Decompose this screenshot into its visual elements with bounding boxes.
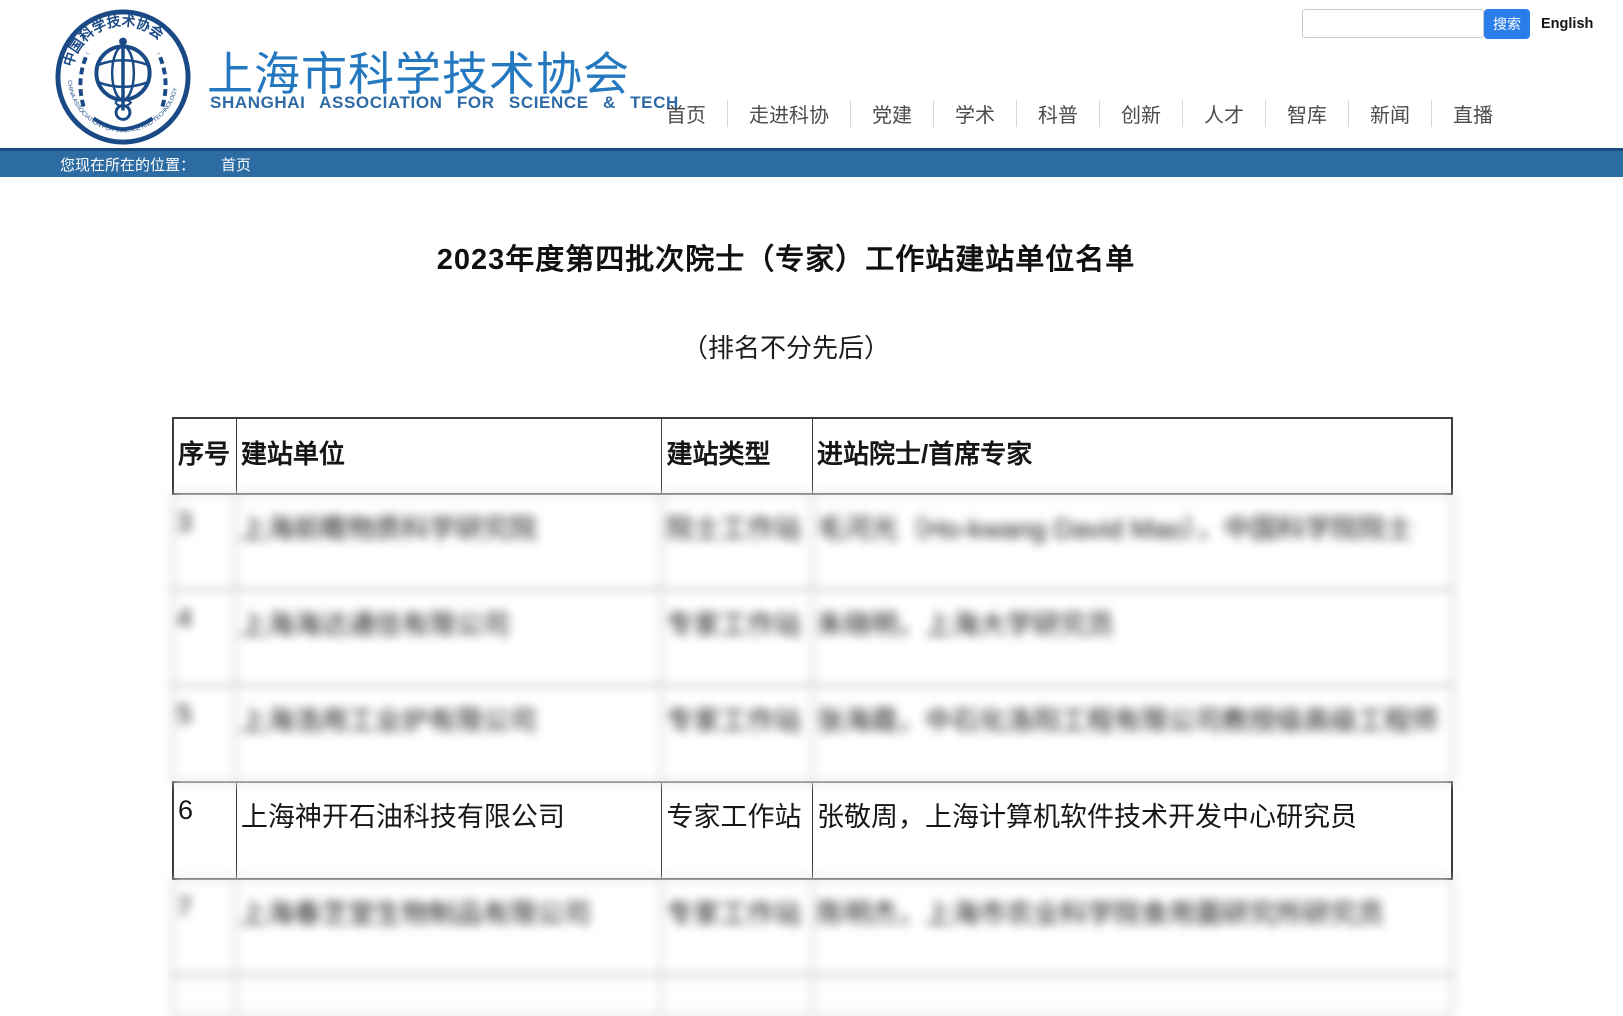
breadcrumb-home-link[interactable]: 首页 (221, 154, 251, 175)
cell-type: 专家工作站 (662, 880, 813, 975)
table-row: 4 上海海达通信有限公司 专家工作站 朱晓明，上海大学研究员 (172, 590, 1453, 687)
cast-emblem-logo[interactable]: 中国科学技术协会 CHINA ASSOCIATION FOR SCIENCE A… (54, 8, 192, 146)
table-row-partial (172, 976, 1453, 1016)
site-subtitle: SHANGHAI ASSOCIATION FOR SCIENCE & TECH (210, 93, 679, 113)
cell-org (236, 977, 662, 1015)
cell-org: 上海浩用工业炉有限公司 (236, 687, 662, 782)
cell-expert (813, 977, 1452, 1015)
search-input[interactable] (1302, 9, 1484, 38)
table-header-row: 序号 建站单位 建站类型 进站院士/首席专家 (172, 417, 1453, 495)
table-row: 7 上海春芝堂生物制品有限公司 专家工作站 陈明杰，上海市农业科学院食用菌研究所… (172, 879, 1453, 976)
cell-type: 专家工作站 (662, 591, 813, 686)
cell-no: 5 (173, 687, 236, 782)
nav-item-home[interactable]: 首页 (645, 99, 727, 128)
cell-expert: 朱晓明，上海大学研究员 (813, 591, 1452, 686)
nav-item-thinktank[interactable]: 智库 (1266, 99, 1348, 128)
cell-expert: 张海霞，中石化洛阳工程有限公司教授级高级工程师 (813, 687, 1452, 782)
col-header-type: 建站类型 (662, 419, 813, 493)
page-subtitle: （排名不分先后） (0, 328, 1572, 365)
cell-no: 3 (173, 495, 236, 590)
cell-no: 4 (173, 591, 236, 686)
nav-item-party[interactable]: 党建 (851, 99, 933, 128)
table-row: 3 上海前瞻物质科学研究院 院士工作站 毛河光（Ho-kwang David M… (172, 494, 1453, 591)
workstation-table: 序号 建站单位 建站类型 进站院士/首席专家 3 上海前瞻物质科学研究院 院士工… (172, 417, 1453, 1016)
nav-item-innovation[interactable]: 创新 (1100, 99, 1182, 128)
col-header-expert: 进站院士/首席专家 (813, 419, 1451, 493)
english-link[interactable]: English (1541, 16, 1593, 32)
cell-type (662, 977, 813, 1015)
col-header-org: 建站单位 (237, 419, 663, 493)
breadcrumb: 您现在所在的位置： 首页 (0, 148, 1623, 177)
cell-expert: 毛河光（Ho-kwang David Mao），中国科学院院士 (813, 495, 1452, 590)
cell-org: 上海海达通信有限公司 (236, 591, 662, 686)
cell-type: 专家工作站 (662, 687, 813, 782)
nav-item-talent[interactable]: 人才 (1183, 99, 1265, 128)
nav-item-science-pop[interactable]: 科普 (1017, 99, 1099, 128)
cell-type: 院士工作站 (662, 495, 813, 590)
nav-item-academic[interactable]: 学术 (934, 99, 1016, 128)
cell-no: 6 (174, 783, 237, 878)
emblem-dot (119, 38, 127, 46)
cell-org: 上海春芝堂生物制品有限公司 (236, 880, 662, 975)
cell-type: 专家工作站 (662, 783, 813, 878)
cell-org: 上海神开石油科技有限公司 (237, 783, 663, 878)
table-row: 6 上海神开石油科技有限公司 专家工作站 张敬周，上海计算机软件技术开发中心研究… (172, 781, 1453, 880)
col-header-no: 序号 (174, 419, 237, 493)
cell-no (173, 977, 236, 1015)
cell-expert: 陈明杰，上海市农业科学院食用菌研究所研究员 (813, 880, 1452, 975)
cell-org: 上海前瞻物质科学研究院 (236, 495, 662, 590)
cell-expert: 张敬周，上海计算机软件技术开发中心研究员 (813, 783, 1451, 878)
main-nav: 首页 走进科协 党建 学术 科普 创新 人才 智库 新闻 直播 (645, 97, 1514, 129)
search-button[interactable]: 搜索 (1484, 9, 1530, 39)
nav-item-live[interactable]: 直播 (1432, 99, 1514, 128)
nav-item-news[interactable]: 新闻 (1349, 99, 1431, 128)
table-row: 5 上海浩用工业炉有限公司 专家工作站 张海霞，中石化洛阳工程有限公司教授级高级… (172, 686, 1453, 783)
nav-item-about[interactable]: 走进科协 (728, 99, 850, 128)
cell-no: 7 (173, 880, 236, 975)
breadcrumb-label: 您现在所在的位置： (60, 154, 195, 175)
page-title: 2023年度第四批次院士（专家）工作站建站单位名单 (0, 236, 1572, 278)
